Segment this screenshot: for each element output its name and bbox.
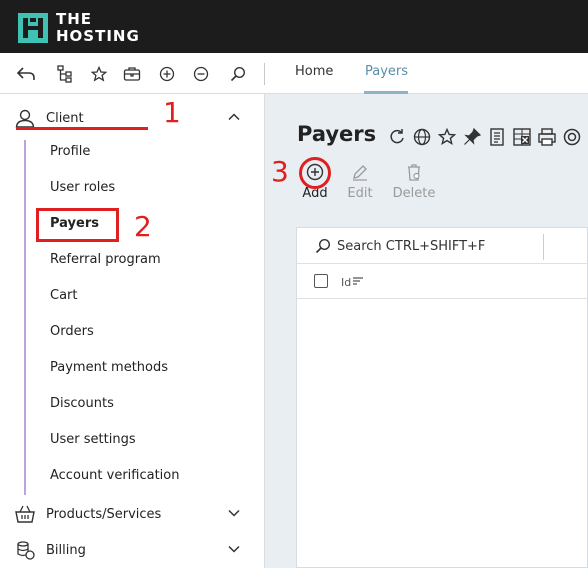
search-divider [543,234,544,260]
help-icon[interactable] [562,127,582,147]
annotation-box-payers [36,208,119,242]
print-icon[interactable] [537,127,557,147]
star-icon[interactable] [437,127,457,147]
page-title: Payers [297,122,377,146]
document-icon[interactable] [487,127,507,147]
edit-button-label: Edit [347,186,373,201]
sidebar-item-orders[interactable]: Orders [50,314,250,350]
sidebar-item-profile[interactable]: Profile [50,134,250,170]
refresh-icon[interactable] [387,127,407,147]
top-toolbar: Home Payers [0,53,588,94]
sidebar-group-billing[interactable]: Billing [0,530,265,566]
sidebar-group-billing-label: Billing [46,543,86,558]
brand-line-1: THE [56,10,93,28]
payers-table: Id [296,227,588,568]
delete-button-label: Delete [392,186,436,201]
minus-circle-icon[interactable] [191,64,211,84]
chevron-up-icon[interactable] [227,110,241,124]
basket-icon [15,505,35,523]
plus-circle-icon[interactable] [157,64,177,84]
coins-icon [17,541,35,560]
edit-button[interactable]: Edit [335,162,385,201]
sidebar: Client Profile User roles Payers Referra… [0,94,265,568]
search-icon [315,238,331,254]
globe-icon[interactable] [412,127,432,147]
column-header-id[interactable]: Id [341,276,351,289]
sidebar-item-user-roles[interactable]: User roles [50,170,250,206]
user-icon [15,109,35,128]
sidebar-item-payment-methods[interactable]: Payment methods [50,350,250,386]
brand-logo-text: THE HOSTING [56,11,140,45]
search-icon[interactable] [228,64,248,84]
sidebar-item-account-verification[interactable]: Account verification [50,458,250,494]
chevron-down-icon[interactable] [227,506,241,520]
star-icon[interactable] [89,64,109,84]
sidebar-item-discounts[interactable]: Discounts [50,386,250,422]
annotation-step-2: 2 [134,210,152,243]
sidebar-item-referral-program[interactable]: Referral program [50,242,250,278]
app-header: THE HOSTING [0,0,588,53]
toolbar-divider [264,63,265,85]
annotation-step-3: 3 [271,155,289,188]
sidebar-tree-line [24,140,26,495]
brand-line-2: HOSTING [56,27,140,45]
excel-icon[interactable] [512,127,532,147]
table-header-row: Id [297,264,588,299]
annotation-step-1: 1 [163,96,181,129]
select-all-checkbox[interactable] [314,274,328,288]
sidebar-item-user-settings[interactable]: User settings [50,422,250,458]
chevron-down-icon[interactable] [227,542,241,556]
back-icon[interactable] [16,64,36,84]
annotation-underline-client [16,127,148,130]
logo-icon [18,13,48,43]
pin-icon[interactable] [462,127,482,147]
tab-payers[interactable]: Payers [365,64,408,79]
annotation-circle-add [299,157,331,189]
trash-icon [408,164,420,181]
tab-home[interactable]: Home [295,64,333,79]
sidebar-group-products[interactable]: Products/Services [0,494,265,530]
sort-icon[interactable] [352,277,364,287]
sidebar-group-client-label: Client [46,111,84,126]
sidebar-group-products-label: Products/Services [46,507,162,522]
table-search-input[interactable] [337,236,537,256]
briefcase-icon[interactable] [122,64,142,84]
pencil-icon [353,165,367,181]
delete-button[interactable]: Delete [389,162,439,201]
table-search-bar [297,228,588,264]
sidebar-item-cart[interactable]: Cart [50,278,250,314]
tree-icon[interactable] [56,64,76,84]
